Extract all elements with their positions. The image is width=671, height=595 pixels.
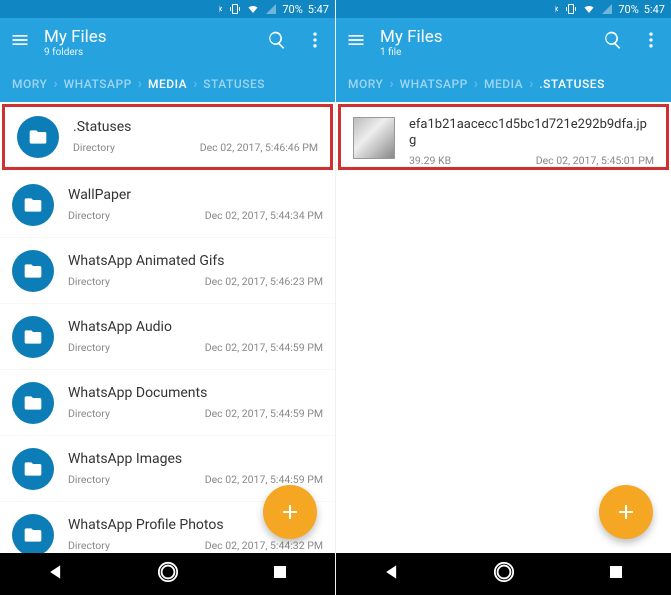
folder-icon (12, 184, 54, 226)
item-time: Dec 02, 2017, 5:44:34 PM (205, 209, 323, 222)
signal-icon (601, 3, 613, 15)
chevron-right-icon: › (474, 76, 478, 92)
crumb[interactable]: STATUSES (197, 77, 271, 91)
item-type: Directory (73, 141, 115, 154)
phone-right: 70% 5:47 My Files 1 file MORY › WHATSAPP… (336, 0, 671, 595)
app-subtitle: 9 folders (44, 47, 267, 58)
item-time: Dec 02, 2017, 5:45:01 PM (536, 154, 654, 167)
battery-pct: 70% (618, 3, 638, 16)
search-icon[interactable] (603, 30, 623, 54)
highlighted-row: efa1b21aacecc1d5bc1d721e292b9dfa.jpg 39.… (338, 104, 669, 170)
item-time: Dec 02, 2017, 5:46:46 PM (200, 141, 318, 154)
item-name: WhatsApp Audio (68, 319, 323, 337)
item-size: 39.29 KB (409, 154, 451, 167)
item-name: WhatsApp Documents (68, 385, 323, 403)
crumb-active[interactable]: .STATUSES (533, 77, 611, 91)
vibrate-icon (565, 3, 577, 15)
item-type: Directory (68, 407, 110, 420)
status-bar: 70% 5:47 (336, 0, 671, 18)
item-type: Directory (68, 209, 110, 222)
list-item[interactable]: WallPaper Directory Dec 02, 2017, 5:44:34… (0, 172, 335, 238)
more-icon[interactable] (305, 30, 325, 54)
title-block: My Files 9 folders (44, 27, 267, 58)
folder-icon (12, 382, 54, 424)
back-icon[interactable] (46, 562, 66, 586)
list-item[interactable]: efa1b21aacecc1d5bc1d721e292b9dfa.jpg 39.… (341, 107, 666, 167)
item-name: WhatsApp Images (68, 451, 323, 469)
breadcrumb[interactable]: MORY › WHATSAPP › MEDIA › .STATUSES (336, 66, 671, 102)
app-bar: My Files 9 folders (0, 18, 335, 66)
clock: 5:47 (308, 3, 329, 16)
home-icon[interactable] (493, 561, 515, 587)
recent-icon[interactable] (271, 563, 289, 585)
status-bar: 70% 5:47 (0, 0, 335, 18)
crumb[interactable]: MORY (6, 77, 53, 91)
chevron-right-icon: › (138, 76, 142, 92)
crumb[interactable]: MORY (342, 77, 389, 91)
folder-icon (17, 116, 59, 158)
chevron-right-icon: › (53, 76, 57, 92)
app-title: My Files (380, 27, 603, 47)
item-name: efa1b21aacecc1d5bc1d721e292b9dfa.jpg (409, 117, 654, 150)
crumb[interactable]: WHATSAPP (394, 77, 474, 91)
bluetooth-icon (215, 3, 224, 15)
recent-icon[interactable] (607, 563, 625, 585)
nav-bar (336, 553, 671, 595)
chevron-right-icon: › (389, 76, 393, 92)
item-time: Dec 02, 2017, 5:46:23 PM (205, 275, 323, 288)
list-item[interactable]: WhatsApp Documents Directory Dec 02, 2017… (0, 370, 335, 436)
highlighted-row: .Statuses Directory Dec 02, 2017, 5:46:4… (2, 104, 333, 170)
item-type: Directory (68, 473, 110, 486)
chevron-right-icon: › (193, 76, 197, 92)
app-bar: My Files 1 file (336, 18, 671, 66)
crumb[interactable]: MEDIA (478, 77, 529, 91)
list-item[interactable]: WhatsApp Audio Directory Dec 02, 2017, 5:… (0, 304, 335, 370)
more-icon[interactable] (641, 30, 661, 54)
crumb[interactable]: WHATSAPP (58, 77, 138, 91)
home-icon[interactable] (157, 561, 179, 587)
clock: 5:47 (644, 3, 665, 16)
signal-icon (265, 3, 277, 15)
menu-icon[interactable] (10, 30, 30, 54)
wifi-icon (246, 3, 260, 15)
item-time: Dec 02, 2017, 5:44:59 PM (205, 407, 323, 420)
breadcrumb[interactable]: MORY › WHATSAPP › MEDIA › STATUSES (0, 66, 335, 102)
item-type: Directory (68, 275, 110, 288)
vibrate-icon (229, 3, 241, 15)
item-type: Directory (68, 539, 110, 552)
item-name: WallPaper (68, 187, 323, 205)
phone-left: 70% 5:47 My Files 9 folders MORY › WHATS… (0, 0, 335, 595)
item-type: Directory (68, 341, 110, 354)
chevron-right-icon: › (529, 76, 533, 92)
app-subtitle: 1 file (380, 47, 603, 58)
item-time: Dec 02, 2017, 5:44:59 PM (205, 473, 323, 486)
item-name: WhatsApp Animated Gifs (68, 253, 323, 271)
item-name: .Statuses (73, 119, 318, 137)
title-block: My Files 1 file (380, 27, 603, 58)
item-time: Dec 02, 2017, 5:44:32 PM (205, 539, 323, 552)
folder-icon (12, 250, 54, 292)
battery-pct: 70% (282, 3, 302, 16)
menu-icon[interactable] (346, 30, 366, 54)
wifi-icon (582, 3, 596, 15)
folder-icon (12, 448, 54, 490)
back-icon[interactable] (382, 562, 402, 586)
fab-add-button[interactable] (263, 485, 317, 539)
item-time: Dec 02, 2017, 5:44:59 PM (205, 341, 323, 354)
folder-icon (12, 514, 54, 554)
folder-icon (12, 316, 54, 358)
search-icon[interactable] (267, 30, 287, 54)
bluetooth-icon (551, 3, 560, 15)
list-item[interactable]: WhatsApp Animated Gifs Directory Dec 02, … (0, 238, 335, 304)
fab-add-button[interactable] (599, 485, 653, 539)
image-thumbnail (353, 117, 395, 159)
crumb-active[interactable]: MEDIA (142, 77, 193, 91)
list-item[interactable]: .Statuses Directory Dec 02, 2017, 5:46:4… (5, 107, 330, 167)
app-title: My Files (44, 27, 267, 47)
nav-bar (0, 553, 335, 595)
